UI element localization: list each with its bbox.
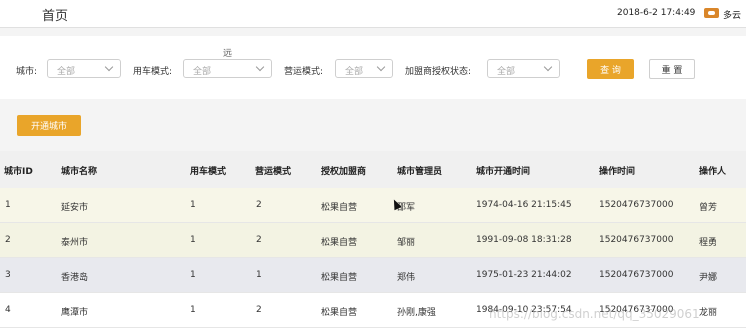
column-header[interactable]: 城市管理员 bbox=[397, 164, 442, 177]
table-row[interactable]: 1 延安市 1 2 松果自营 邵军 1974-04-16 21:15:45 15… bbox=[0, 188, 746, 223]
franchise-status-select-value: 全部 bbox=[497, 67, 516, 77]
page-title: 首页 bbox=[42, 9, 69, 24]
car-mode-select[interactable]: 全部 bbox=[183, 59, 272, 78]
floating-text: 远 bbox=[223, 49, 233, 59]
cell-city-manager: 邹丽 bbox=[397, 238, 416, 248]
cell-city-name: 香港岛 bbox=[61, 273, 89, 283]
cell-open-time: 1975-01-23 21:44:02 bbox=[476, 270, 572, 280]
cell-operation-time: 1520476737000 bbox=[599, 200, 674, 210]
cell-car-mode: 1 bbox=[190, 270, 196, 280]
column-header[interactable]: 用车模式 bbox=[190, 164, 226, 177]
franchise-status-filter-label: 加盟商授权状态: bbox=[405, 67, 472, 77]
cell-city-id: 1 bbox=[5, 200, 11, 210]
cell-city-manager: 孙刚,康强 bbox=[397, 308, 436, 318]
table-row[interactable]: 3 香港岛 1 1 松果自营 郑伟 1975-01-23 21:44:02 15… bbox=[0, 258, 746, 293]
cell-car-mode: 1 bbox=[190, 200, 196, 210]
cell-car-mode: 1 bbox=[190, 305, 196, 315]
cell-city-name: 延安市 bbox=[61, 203, 89, 213]
chevron-down-icon bbox=[104, 62, 114, 72]
cell-car-mode: 1 bbox=[190, 235, 196, 245]
cell-city-manager: 郑伟 bbox=[397, 273, 416, 283]
chevron-down-icon bbox=[543, 62, 553, 72]
top-bar: 首页 2018-6-2 17:4:49 多云 bbox=[0, 0, 746, 28]
cell-open-time: 1991-09-08 18:31:28 bbox=[476, 235, 572, 245]
chevron-down-icon bbox=[376, 62, 386, 72]
chevron-down-icon bbox=[255, 62, 265, 72]
operation-mode-filter-label: 营运模式: bbox=[284, 67, 324, 77]
cell-city-id: 3 bbox=[5, 270, 11, 280]
operation-mode-select[interactable]: 全部 bbox=[335, 59, 393, 78]
cell-franchisee: 松果自营 bbox=[321, 238, 358, 248]
cell-operator: 程勇 bbox=[699, 238, 718, 248]
cell-operation-mode: 2 bbox=[256, 200, 262, 210]
cell-franchisee: 松果自营 bbox=[321, 203, 358, 213]
open-city-button[interactable]: 开通城市 bbox=[17, 115, 81, 136]
city-table: 城市ID 城市名称 用车模式 营运模式 授权加盟商 城市管理员 城市开通时间 操… bbox=[0, 151, 746, 328]
car-mode-filter-label: 用车模式: bbox=[133, 67, 173, 77]
cell-operation-mode: 2 bbox=[256, 235, 262, 245]
cell-city-id: 2 bbox=[5, 235, 11, 245]
column-header[interactable]: 城市开通时间 bbox=[476, 164, 530, 177]
cell-operator: 尹娜 bbox=[699, 273, 718, 283]
column-header[interactable]: 城市名称 bbox=[61, 164, 97, 177]
cell-operation-mode: 1 bbox=[256, 270, 262, 280]
cell-operation-time: 1520476737000 bbox=[599, 235, 674, 245]
table-header: 城市ID 城市名称 用车模式 营运模式 授权加盟商 城市管理员 城市开通时间 操… bbox=[0, 151, 746, 189]
car-mode-select-value: 全部 bbox=[193, 67, 212, 77]
column-header[interactable]: 操作人 bbox=[699, 164, 726, 177]
column-header[interactable]: 授权加盟商 bbox=[321, 164, 366, 177]
table-row[interactable]: 2 泰州市 1 2 松果自营 邹丽 1991-09-08 18:31:28 15… bbox=[0, 223, 746, 258]
column-header[interactable]: 营运模式 bbox=[255, 164, 291, 177]
datetime-display: 2018-6-2 17:4:49 bbox=[617, 8, 696, 18]
cell-city-name: 泰州市 bbox=[61, 238, 89, 248]
cloud-weather-icon bbox=[704, 8, 719, 18]
operation-mode-select-value: 全部 bbox=[345, 67, 364, 77]
cell-operator: 曾芳 bbox=[699, 203, 718, 213]
watermark-text: https://blog.csdn.net/qq_35029061 bbox=[489, 307, 700, 321]
cell-city-id: 4 bbox=[5, 305, 11, 315]
city-filter-label: 城市: bbox=[16, 67, 38, 77]
reset-button[interactable]: 重 置 bbox=[649, 59, 695, 79]
city-select-value: 全部 bbox=[57, 67, 76, 77]
cell-city-name: 鹰潭市 bbox=[61, 308, 89, 318]
weather-label: 多云 bbox=[723, 11, 742, 21]
column-header[interactable]: 操作时间 bbox=[599, 164, 635, 177]
cell-operation-mode: 2 bbox=[256, 305, 262, 315]
franchise-status-select[interactable]: 全部 bbox=[487, 59, 560, 78]
query-button[interactable]: 查 询 bbox=[587, 59, 634, 79]
cell-franchisee: 松果自营 bbox=[321, 273, 358, 283]
cell-operator: 龙丽 bbox=[699, 308, 718, 318]
cell-open-time: 1974-04-16 21:15:45 bbox=[476, 200, 572, 210]
city-select[interactable]: 全部 bbox=[47, 59, 121, 78]
cell-operation-time: 1520476737000 bbox=[599, 270, 674, 280]
cell-franchisee: 松果自营 bbox=[321, 308, 358, 318]
column-header[interactable]: 城市ID bbox=[4, 164, 33, 177]
